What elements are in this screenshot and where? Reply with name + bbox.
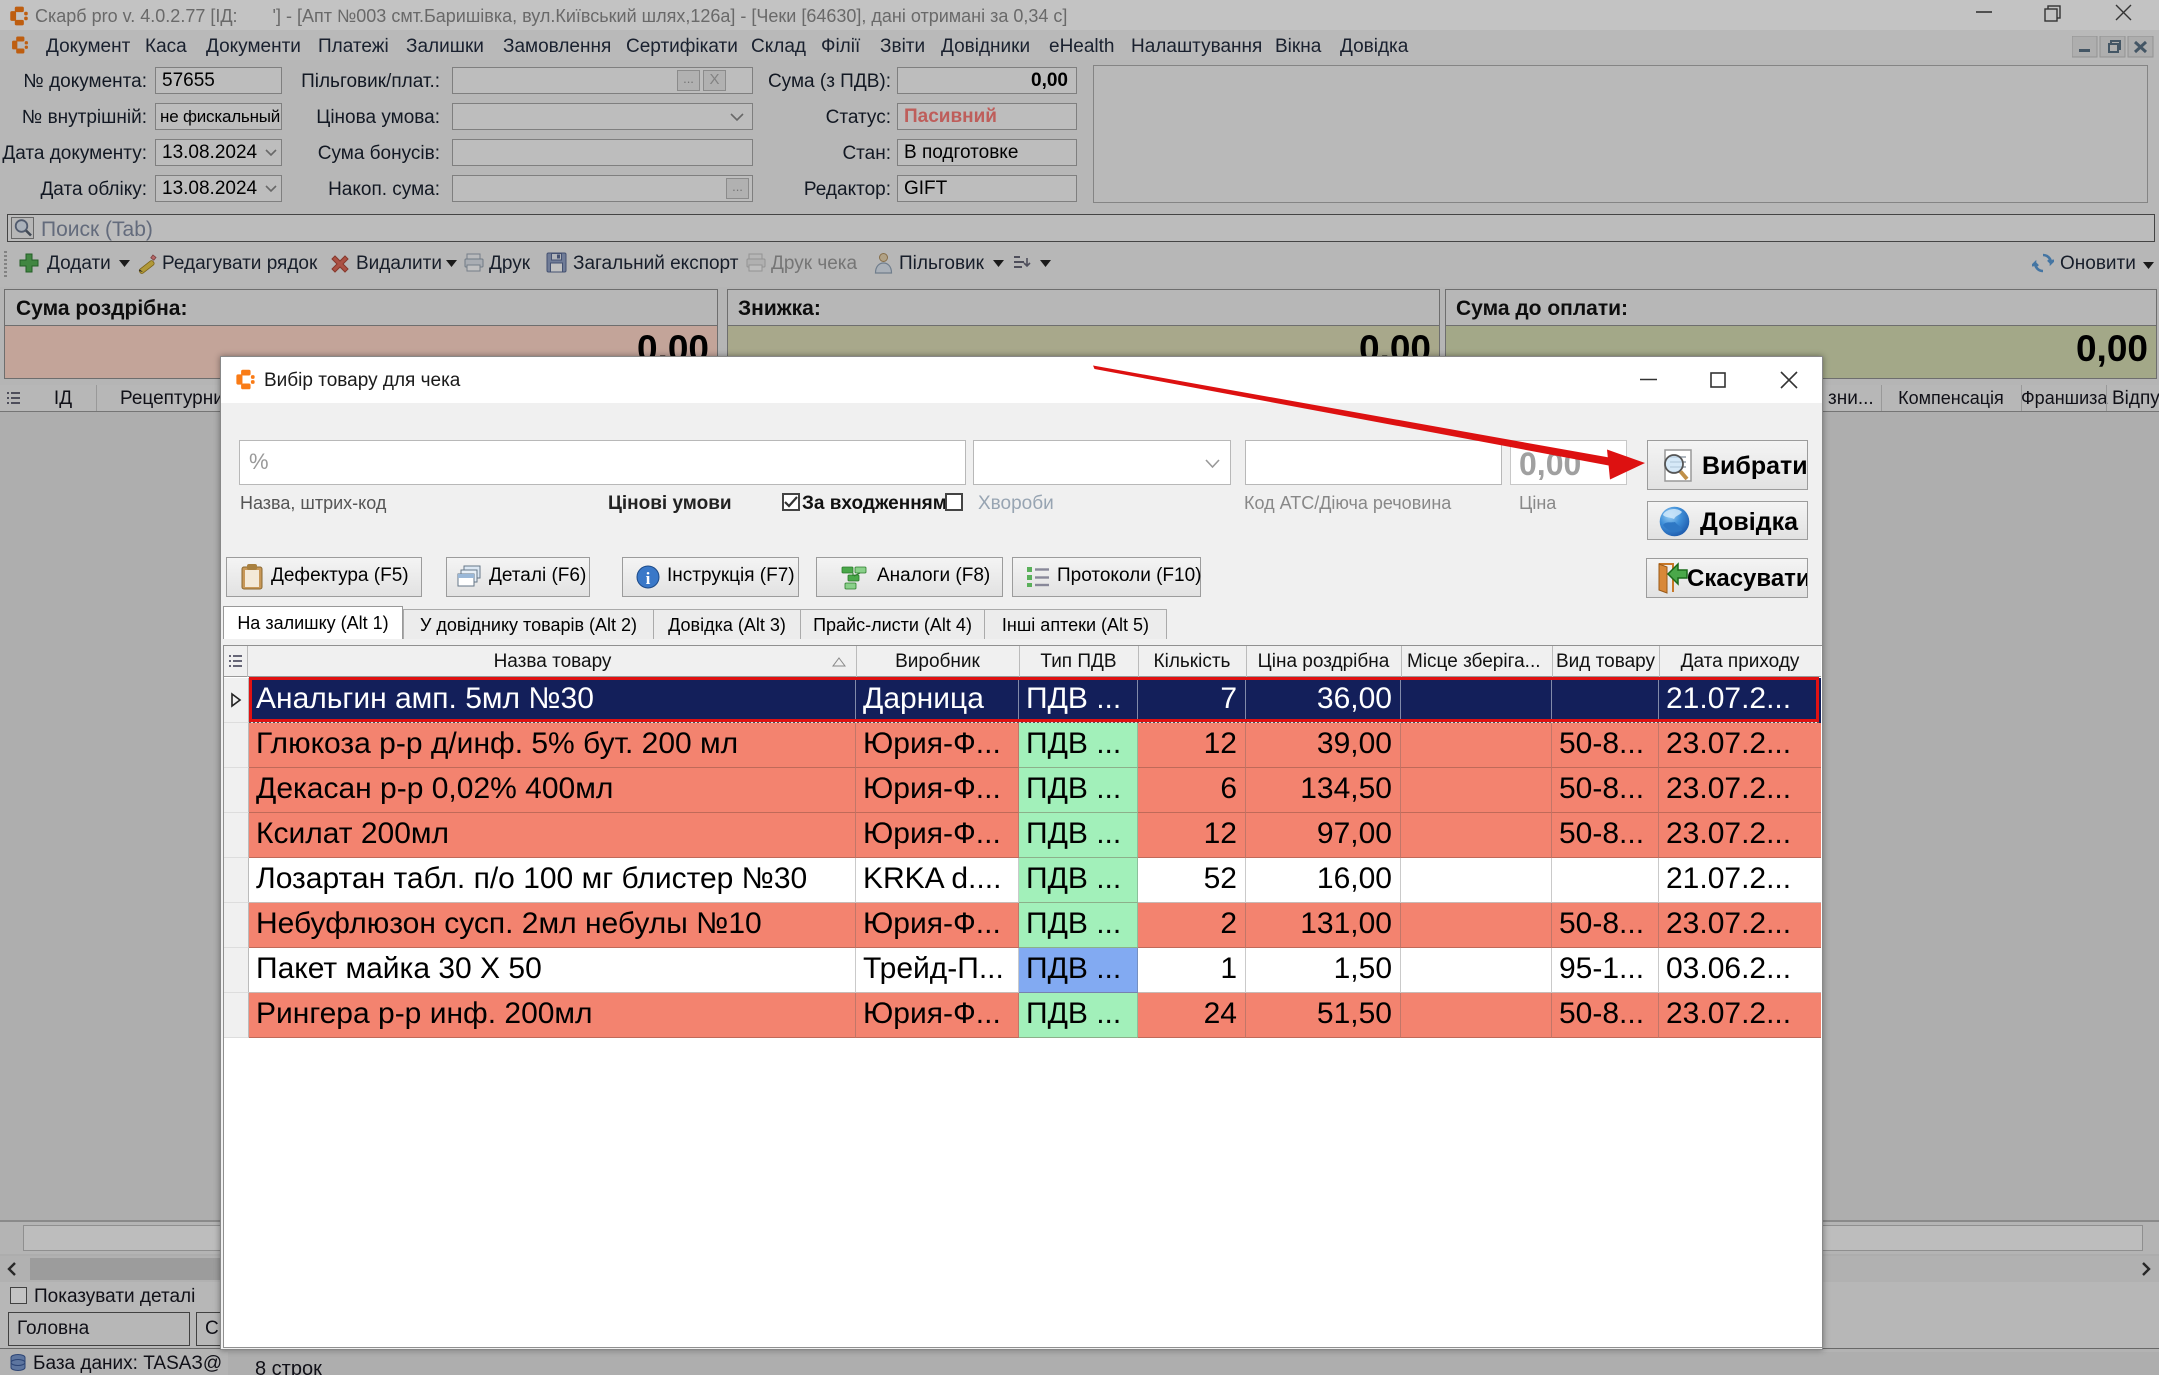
svg-text:i: i bbox=[646, 569, 651, 588]
